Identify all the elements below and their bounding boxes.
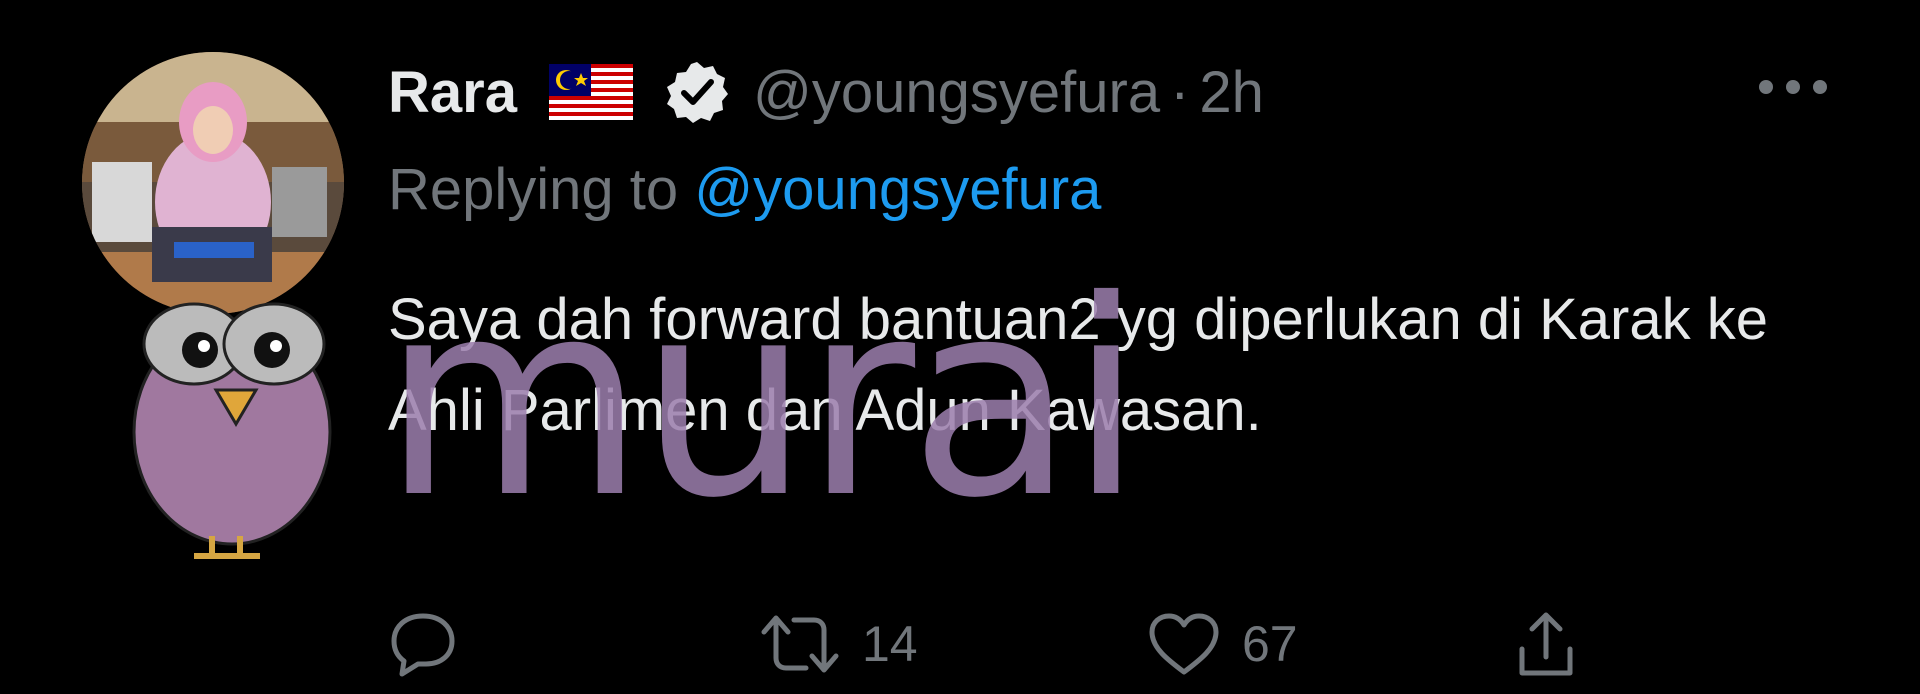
timestamp[interactable]: 2h [1199,59,1264,126]
tweet: Rara @youngsyefura · 2h Replying to @you… [0,0,1920,694]
like-count: 67 [1242,616,1298,672]
heart-icon [1149,613,1219,675]
retweet-count: 14 [862,616,918,672]
retweet-button[interactable]: 14 [760,604,918,684]
replying-to-label: Replying to [388,157,679,222]
tweet-header: Rara @youngsyefura · 2h [388,56,1264,128]
avatar[interactable] [82,52,344,314]
user-handle[interactable]: @youngsyefura [753,59,1160,126]
action-bar: 14 67 [388,604,1688,684]
more-options-icon[interactable] [1756,72,1830,102]
verified-badge-icon [665,60,729,124]
reply-to-handle-link[interactable]: @youngsyefura [694,157,1101,222]
reply-icon [391,613,455,677]
separator-dot: · [1170,59,1190,125]
malaysia-flag-icon [548,64,633,120]
share-icon [1519,612,1573,676]
share-button[interactable] [1516,604,1576,684]
display-name[interactable]: Rara [388,59,517,126]
reply-button[interactable] [388,604,458,684]
replying-to: Replying to @youngsyefura [388,156,1101,223]
tweet-text: Saya dah forward bantuan2 yg diperlukan … [388,287,1768,443]
like-button[interactable]: 67 [1148,604,1298,684]
retweet-icon [761,615,839,673]
owl-logo-icon [132,302,332,559]
